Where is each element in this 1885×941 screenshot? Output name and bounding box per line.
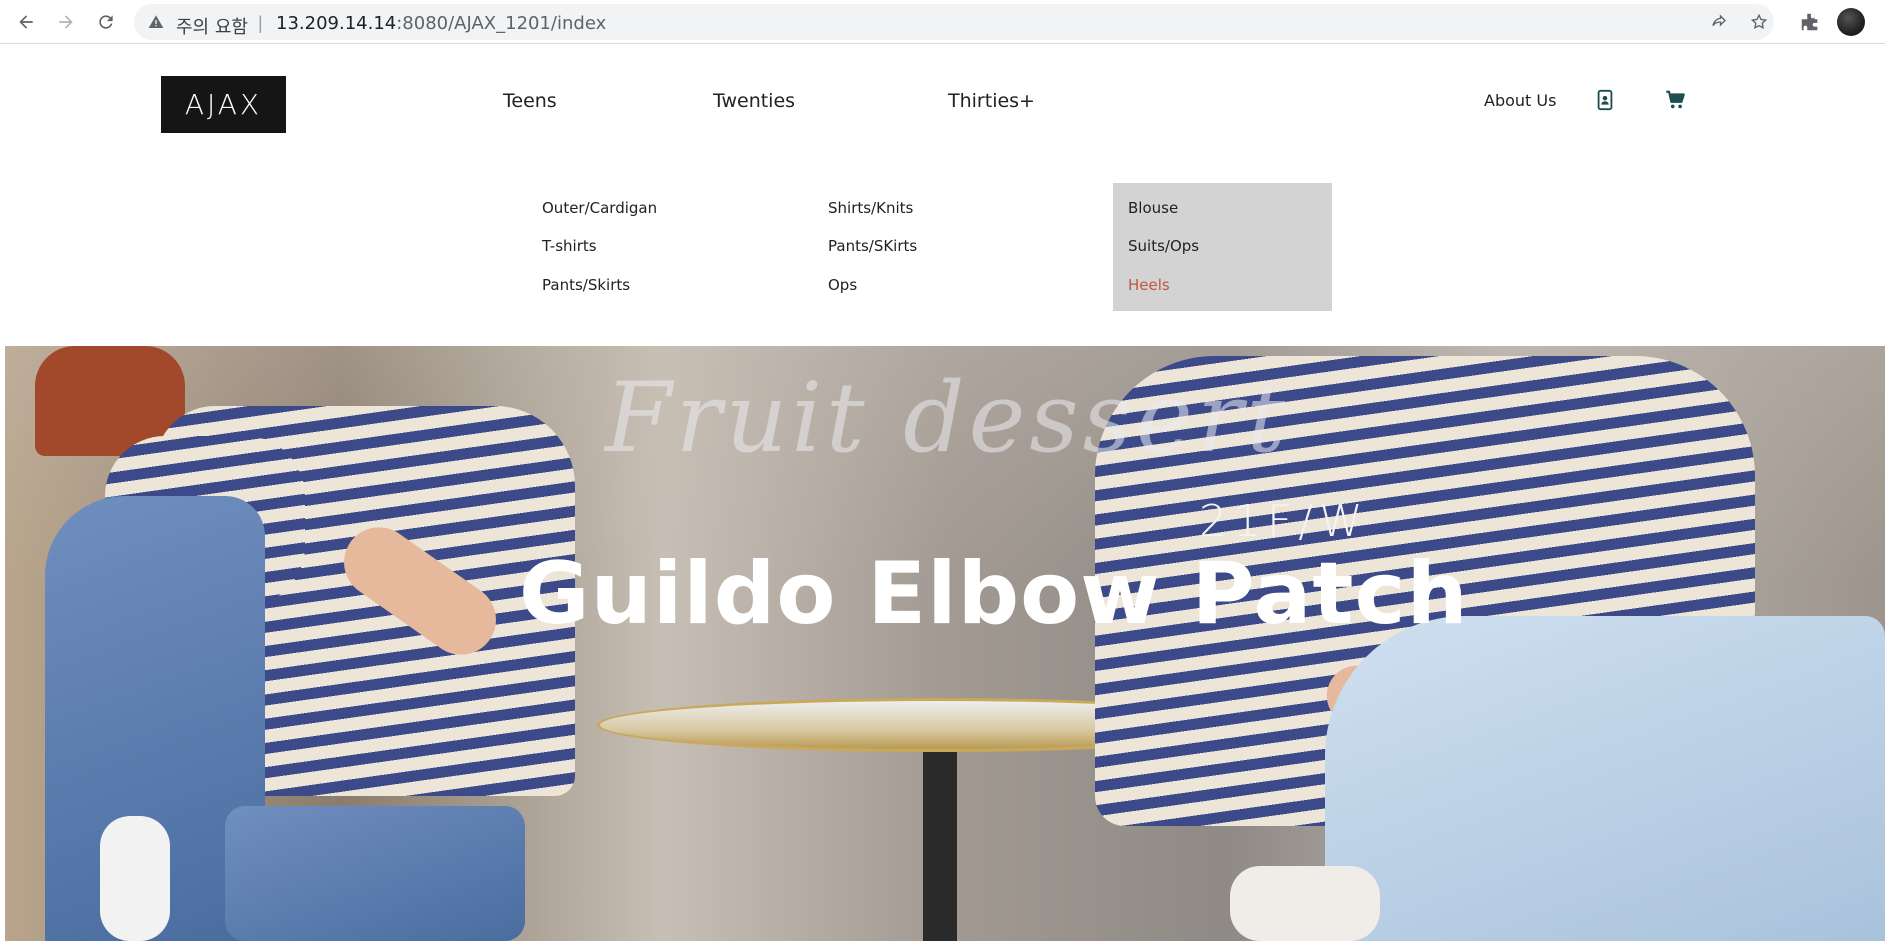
forward-button[interactable] (52, 8, 80, 36)
hero-table-leg (923, 746, 957, 941)
url-path: :8080/AJAX_1201/index (396, 13, 607, 34)
submenu-twenties-ops[interactable]: Ops (828, 276, 857, 294)
bookmark-star-icon[interactable] (1750, 13, 1768, 31)
about-us-link[interactable]: About Us (1484, 91, 1556, 110)
submenu-thirties-heels[interactable]: Heels (1128, 276, 1170, 294)
hero-left-jeans-lower (225, 806, 525, 941)
nav-teens[interactable]: Teens (503, 90, 557, 112)
hero-right-jeans (1325, 616, 1885, 941)
profile-avatar[interactable] (1837, 8, 1865, 36)
warning-icon (148, 15, 164, 28)
submenu-teens-tshirts[interactable]: T-shirts (542, 237, 597, 255)
submenu-twenties-shirts[interactable]: Shirts/Knits (828, 199, 913, 217)
hero-script-text: Fruit dessert (605, 362, 1290, 474)
contact-card-icon[interactable] (1594, 89, 1616, 111)
url-host: 13.209.14.14 (276, 13, 397, 34)
share-icon[interactable] (1710, 13, 1728, 31)
hero-banner[interactable]: Fruit dessert 21F/W Guildo Elbow Patch (5, 346, 1885, 941)
submenu-twenties-pants[interactable]: Pants/SKirts (828, 237, 917, 255)
logo-text: AJAX (184, 88, 263, 121)
reload-button[interactable] (92, 8, 120, 36)
separator: | (258, 13, 263, 33)
hero-sock (100, 816, 170, 941)
url-text[interactable]: 13.209.14.14:8080/AJAX_1201/index (276, 13, 606, 34)
site-logo[interactable]: AJAX (161, 76, 286, 133)
extensions-icon[interactable] (1799, 11, 1821, 33)
hero-sneaker (1230, 866, 1380, 941)
security-warning[interactable]: 주의 요함 (176, 13, 248, 39)
hero-headline: Guildo Elbow Patch (519, 544, 1469, 644)
browser-toolbar: 주의 요함 | 13.209.14.14:8080/AJAX_1201/inde… (0, 0, 1885, 44)
submenu-thirties-suits[interactable]: Suits/Ops (1128, 237, 1199, 255)
hero-season: 21F/W (1199, 496, 1369, 547)
submenu-thirties-blouse[interactable]: Blouse (1128, 199, 1178, 217)
arrow-left-icon (19, 15, 33, 29)
back-button[interactable] (12, 8, 40, 36)
cart-icon[interactable] (1663, 89, 1688, 111)
arrow-right-icon (59, 15, 73, 29)
address-bar[interactable]: 주의 요함 | 13.209.14.14:8080/AJAX_1201/inde… (134, 4, 1774, 40)
submenu-teens-pants[interactable]: Pants/Skirts (542, 276, 630, 294)
nav-thirties[interactable]: Thirties+ (948, 90, 1035, 112)
submenu-teens-outer[interactable]: Outer/Cardigan (542, 199, 657, 217)
nav-twenties[interactable]: Twenties (713, 90, 795, 112)
reload-icon (99, 15, 113, 29)
